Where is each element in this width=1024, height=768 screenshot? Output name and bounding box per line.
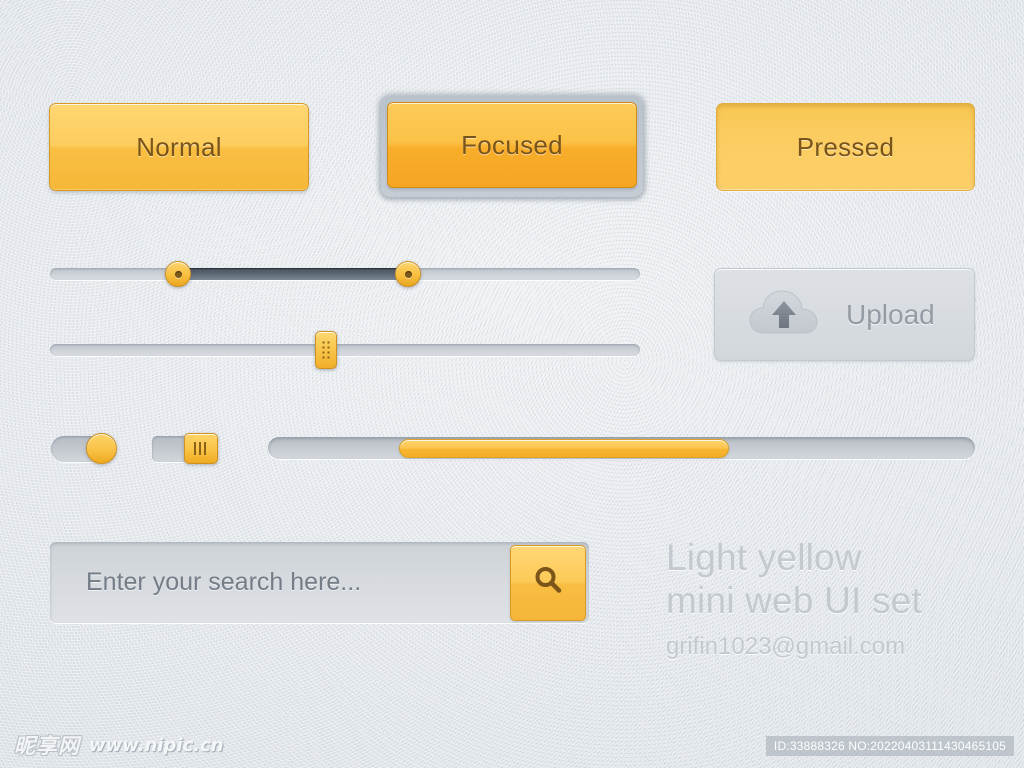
slider-track[interactable] bbox=[50, 344, 640, 356]
search-field-container[interactable] bbox=[50, 542, 589, 623]
brand-title-line-1: Light yellow bbox=[666, 537, 862, 578]
brand-text-block: Light yellow mini web UI set grifin1023@… bbox=[666, 536, 922, 661]
cloud-upload-icon bbox=[748, 287, 820, 342]
search-submit-button[interactable] bbox=[510, 544, 586, 621]
focused-button-glow: Focused bbox=[381, 96, 643, 197]
upload-button[interactable]: Upload bbox=[714, 268, 975, 361]
normal-button-label: Normal bbox=[136, 131, 222, 162]
range-slider-handle-min[interactable] bbox=[165, 261, 191, 287]
asset-id-badge: ID:33888326 NO:20220403111430465105 bbox=[765, 736, 1014, 756]
toggle-switch-round-knob[interactable] bbox=[86, 433, 117, 464]
normal-button[interactable]: Normal bbox=[49, 103, 309, 191]
search-icon bbox=[531, 563, 565, 602]
watermark-url: www.nipic.cn bbox=[89, 734, 224, 756]
range-slider-handle-max[interactable] bbox=[395, 261, 421, 287]
watermark-logo: 昵享网 bbox=[14, 734, 80, 758]
pressed-button-label: Pressed bbox=[796, 131, 895, 162]
upload-button-label: Upload bbox=[846, 298, 935, 330]
brand-email: grifin1023@gmail.com bbox=[666, 633, 906, 660]
watermark: 昵享网 www.nipic.cn bbox=[14, 730, 224, 760]
search-input[interactable] bbox=[50, 568, 510, 597]
focused-button-label: Focused bbox=[461, 129, 563, 160]
grip-lines-icon bbox=[194, 442, 208, 455]
focused-button[interactable]: Focused bbox=[387, 102, 637, 188]
toggle-switch-square-knob[interactable] bbox=[184, 433, 218, 464]
progress-bar-fill bbox=[399, 439, 729, 458]
brand-title-line-2: mini web UI set bbox=[666, 580, 922, 621]
slider-handle[interactable] bbox=[315, 331, 337, 369]
pressed-button[interactable]: Pressed bbox=[716, 103, 975, 191]
ui-kit-canvas: Normal Focused Pressed Upload Enter your… bbox=[0, 0, 1024, 768]
range-slider-fill bbox=[178, 268, 408, 280]
grip-dots-icon bbox=[321, 340, 331, 360]
